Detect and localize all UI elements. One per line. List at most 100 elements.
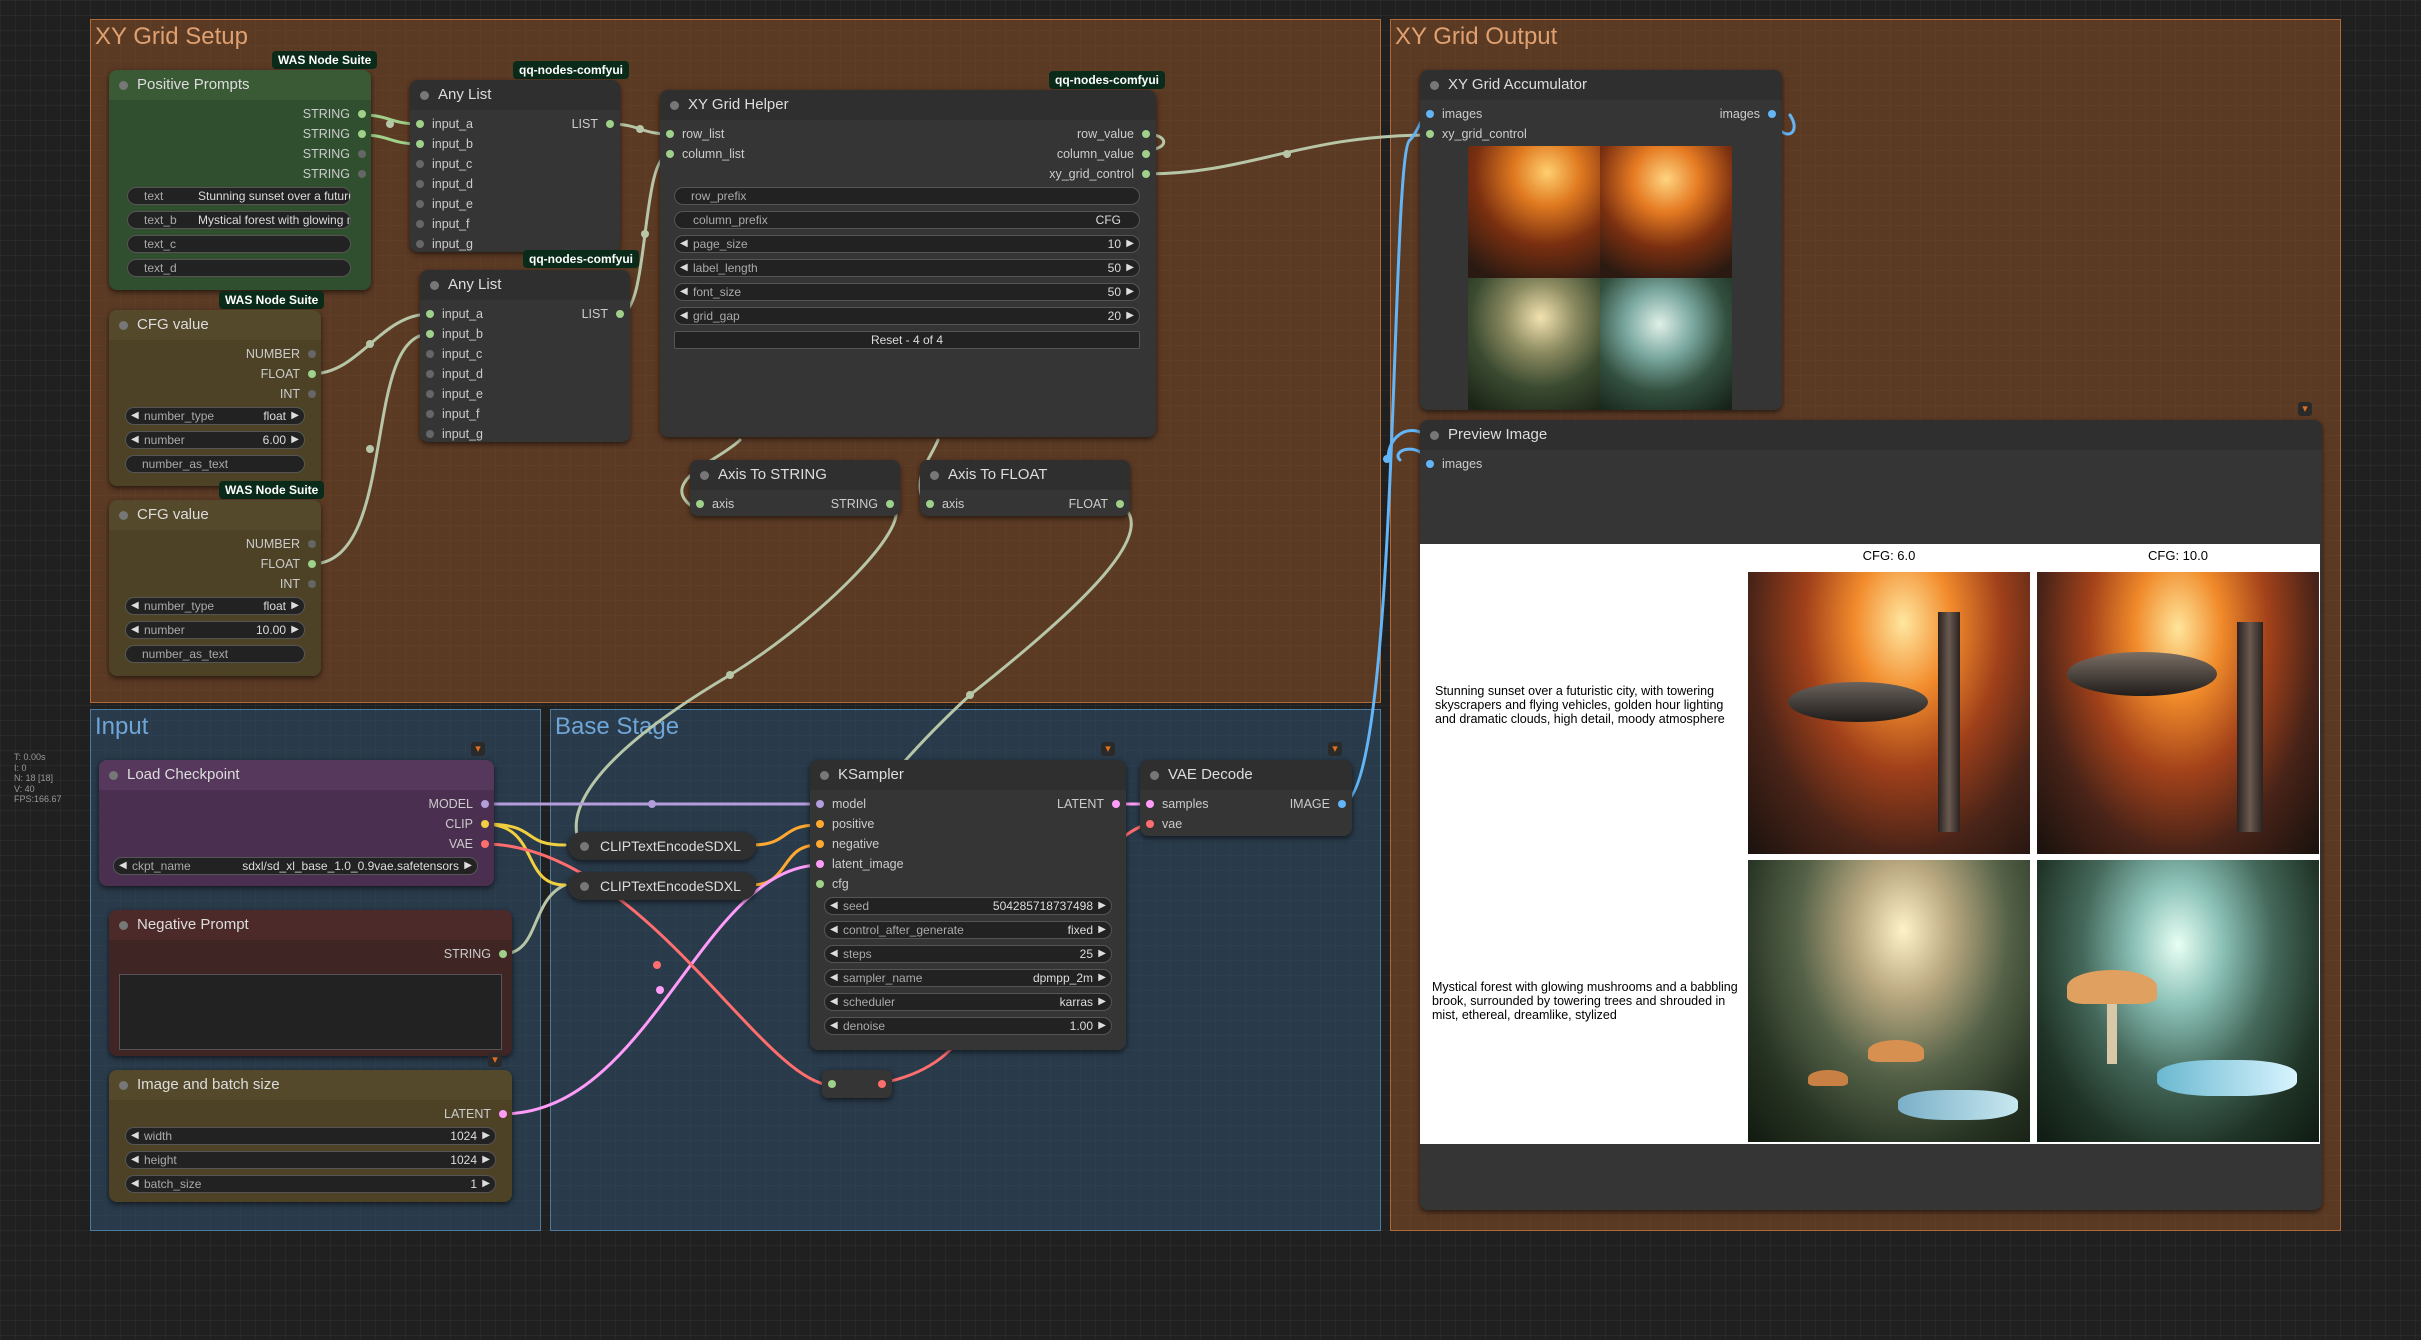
output-string-3[interactable]: STRING: [303, 146, 366, 162]
input-vae[interactable]: vae: [1146, 816, 1182, 832]
collapse-dot[interactable]: [1430, 431, 1439, 440]
node-any-list-2[interactable]: Any List input_a input_b input_c input_d…: [420, 270, 630, 442]
node-negative-prompt[interactable]: Negative Prompt STRING: [109, 910, 512, 1056]
node-any-list-1[interactable]: Any List input_a input_b input_c input_d…: [410, 80, 620, 252]
text-c-field[interactable]: text_c: [127, 235, 351, 253]
output-model[interactable]: MODEL: [429, 796, 489, 812]
output-images[interactable]: images: [1720, 106, 1776, 122]
input-d[interactable]: input_d: [416, 176, 473, 192]
node-clip-text-encode-sdxl-2[interactable]: CLIPTextEncodeSDXL: [568, 872, 756, 900]
collapse-dot[interactable]: [700, 471, 709, 480]
collapse-dot[interactable]: [119, 81, 128, 90]
input-d[interactable]: input_d: [426, 366, 483, 382]
collapse-dot[interactable]: [430, 281, 439, 290]
grid-gap-widget[interactable]: ◀ grid_gap 20 ▶: [674, 307, 1140, 325]
control-after-generate-select[interactable]: ◀ control_after_generate fixed ▶: [824, 921, 1112, 939]
font-size-widget[interactable]: ◀ font_size 50 ▶: [674, 283, 1140, 301]
collapse-dot[interactable]: [109, 771, 118, 780]
node-cfg-value-1[interactable]: CFG value NUMBER FLOAT INT ◀ number_type f…: [109, 310, 321, 486]
input-positive[interactable]: positive: [816, 816, 874, 832]
output-latent[interactable]: LATENT: [1057, 796, 1120, 812]
output-clip[interactable]: CLIP: [445, 816, 489, 832]
negative-text-area[interactable]: [119, 974, 502, 1050]
number-type-widget[interactable]: ◀ number_type float ▶: [125, 407, 305, 425]
node-clip-text-encode-sdxl-1[interactable]: CLIPTextEncodeSDXL: [568, 832, 756, 860]
input-e[interactable]: input_e: [426, 386, 483, 402]
input-c[interactable]: input_c: [426, 346, 482, 362]
reroute-node[interactable]: [822, 1070, 892, 1098]
input-model[interactable]: model: [816, 796, 866, 812]
output-float[interactable]: FLOAT: [1069, 496, 1124, 512]
input-column-list[interactable]: column_list: [666, 146, 745, 162]
row-prefix-field[interactable]: row_prefix: [674, 187, 1140, 205]
output-string[interactable]: STRING: [831, 496, 894, 512]
node-xy-grid-accumulator[interactable]: XY Grid Accumulator images xy_grid_contr…: [1420, 70, 1782, 410]
input-e[interactable]: input_e: [416, 196, 473, 212]
input-row-list[interactable]: row_list: [666, 126, 724, 142]
output-string-2[interactable]: STRING: [303, 126, 366, 142]
input-a[interactable]: input_a: [416, 116, 473, 132]
collapse-dot[interactable]: [1150, 771, 1159, 780]
input-axis[interactable]: axis: [696, 496, 734, 512]
output-string-1[interactable]: STRING: [303, 106, 366, 122]
collapse-dot[interactable]: [420, 91, 429, 100]
output-xy-grid-control[interactable]: xy_grid_control: [1049, 166, 1150, 182]
node-positive-prompts[interactable]: Positive Prompts STRING STRING STRING ST…: [109, 70, 371, 290]
number-type-widget[interactable]: ◀ number_type float ▶: [125, 597, 305, 615]
node-cfg-value-2[interactable]: CFG value NUMBER FLOAT INT ◀ number_type f…: [109, 500, 321, 676]
output-int[interactable]: INT: [280, 386, 316, 402]
text-d-field[interactable]: text_d: [127, 259, 351, 277]
output-list[interactable]: LIST: [572, 116, 614, 132]
node-image-batch-size[interactable]: Image and batch size LATENT ◀ width 1024 ▶ …: [109, 1070, 512, 1202]
text-b-field[interactable]: text_b Mystical forest with glowing m: [127, 211, 351, 229]
output-string[interactable]: STRING: [444, 946, 507, 962]
collapse-dot[interactable]: [580, 842, 589, 851]
column-prefix-field[interactable]: column_prefix CFG: [674, 211, 1140, 229]
page-size-widget[interactable]: ◀ page_size 10 ▶: [674, 235, 1140, 253]
number-as-text-field[interactable]: number_as_text: [125, 455, 305, 473]
number-widget[interactable]: ◀ number 10.00 ▶: [125, 621, 305, 639]
collapse-dot[interactable]: [119, 1081, 128, 1090]
collapse-dot[interactable]: [580, 882, 589, 891]
node-preview-image[interactable]: Preview Image images CFG: 6.0 CFG: 10.0 …: [1420, 420, 2322, 1210]
output-int[interactable]: INT: [280, 576, 316, 592]
input-f[interactable]: input_f: [416, 216, 470, 232]
input-c[interactable]: input_c: [416, 156, 472, 172]
reset-button[interactable]: Reset - 4 of 4: [674, 331, 1140, 349]
input-xy-grid-control[interactable]: xy_grid_control: [1426, 126, 1527, 142]
node-xy-grid-helper[interactable]: XY Grid Helper row_list column_list row_…: [660, 90, 1156, 437]
number-widget[interactable]: ◀ number 6.00 ▶: [125, 431, 305, 449]
input-f[interactable]: input_f: [426, 406, 480, 422]
seed-widget[interactable]: ◀ seed 504285718737498 ▶: [824, 897, 1112, 915]
height-widget[interactable]: ◀ height 1024 ▶: [125, 1151, 496, 1169]
input-axis[interactable]: axis: [926, 496, 964, 512]
output-latent[interactable]: LATENT: [444, 1106, 507, 1122]
input-a[interactable]: input_a: [426, 306, 483, 322]
output-column-value[interactable]: column_value: [1057, 146, 1150, 162]
node-axis-to-string[interactable]: Axis To STRING axis STRING: [690, 460, 900, 516]
input-latent-image[interactable]: latent_image: [816, 856, 904, 872]
input-cfg[interactable]: cfg: [816, 876, 849, 892]
input-b[interactable]: input_b: [416, 136, 473, 152]
collapse-dot[interactable]: [820, 771, 829, 780]
collapse-dot[interactable]: [119, 511, 128, 520]
width-widget[interactable]: ◀ width 1024 ▶: [125, 1127, 496, 1145]
batch-size-widget[interactable]: ◀ batch_size 1 ▶: [125, 1175, 496, 1193]
number-as-text-field[interactable]: number_as_text: [125, 645, 305, 663]
input-images[interactable]: images: [1426, 456, 1482, 472]
ckpt-name-select[interactable]: ◀ ckpt_name sdxl/sd_xl_base_1.0_0.9vae.saf…: [113, 857, 478, 875]
label-length-widget[interactable]: ◀ label_length 50 ▶: [674, 259, 1140, 277]
denoise-widget[interactable]: ◀ denoise 1.00 ▶: [824, 1017, 1112, 1035]
output-number[interactable]: NUMBER: [246, 346, 316, 362]
text-field[interactable]: text Stunning sunset over a futuris: [127, 187, 351, 205]
reroute-pin[interactable]: [828, 1080, 836, 1088]
output-float[interactable]: FLOAT: [261, 556, 316, 572]
input-samples[interactable]: samples: [1146, 796, 1209, 812]
input-g[interactable]: input_g: [416, 236, 473, 252]
input-images[interactable]: images: [1426, 106, 1482, 122]
output-row-value[interactable]: row_value: [1077, 126, 1150, 142]
input-negative[interactable]: negative: [816, 836, 879, 852]
input-g[interactable]: input_g: [426, 426, 483, 442]
steps-widget[interactable]: ◀ steps 25 ▶: [824, 945, 1112, 963]
node-load-checkpoint[interactable]: Load Checkpoint MODEL CLIP VAE ◀ ckpt_nam…: [99, 760, 494, 886]
